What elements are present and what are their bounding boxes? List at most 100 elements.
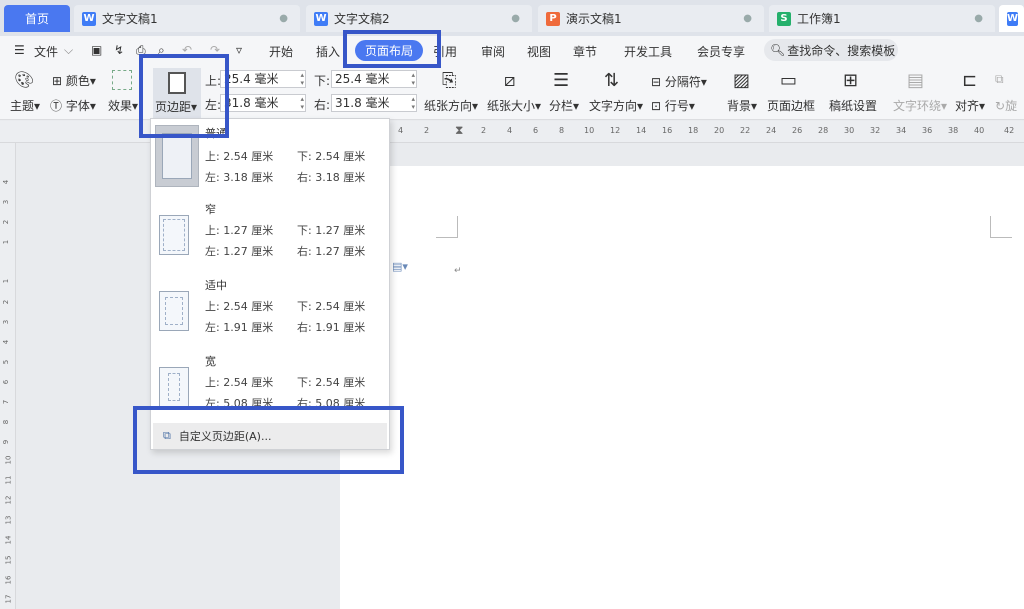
writer-icon: W [82, 11, 96, 26]
orientation-button[interactable]: 纸张方向▾ [424, 97, 478, 114]
tab-close-dot-icon[interactable]: ● [279, 13, 288, 24]
indent-marker-icon[interactable]: ⧗ [455, 123, 463, 138]
page-border-icon[interactable]: ▭ [780, 70, 797, 91]
margin-preset-bottom: 下: 2.54 厘米 [297, 300, 366, 313]
margin-preset-left: 左: 1.91 厘米 [205, 321, 274, 334]
ruler-tick: 1 [2, 278, 11, 284]
tab-close-dot-icon[interactable]: ● [511, 13, 520, 24]
tab-workbook-1[interactable]: S 工作簿1 ● [769, 5, 995, 32]
ruler-tick: 40 [974, 126, 985, 135]
vertical-ruler[interactable]: 4 3 2 1 1 2 3 4 5 6 7 8 9 10 11 12 13 14… [0, 143, 16, 609]
tab-close-dot-icon[interactable]: ● [974, 13, 983, 24]
margin-preset-top: 上: 1.27 厘米 [205, 224, 274, 237]
paper-size-button[interactable]: 纸张大小▾ [487, 97, 541, 114]
tab-document-1[interactable]: W 文字文稿1 ● [74, 5, 300, 32]
hamburger-icon[interactable]: ☰ [14, 43, 25, 57]
ruler-tick: 12 [4, 495, 13, 505]
ruler-tick: 10 [4, 455, 13, 465]
margin-preset-right: 右: 1.91 厘米 [297, 321, 366, 334]
tab-presentation-1[interactable]: P 演示文稿1 ● [538, 5, 764, 32]
menu-tab-review[interactable]: 审阅 [481, 43, 505, 60]
line-number-button[interactable]: ⊡ 行号▾ [651, 97, 695, 114]
quick-access-dropdown-icon[interactable]: ▿ [236, 43, 242, 57]
font-button[interactable]: Ⓣ 字体▾ [50, 97, 96, 114]
margin-preset-thumbnail [159, 367, 189, 407]
right-margin-input[interactable]: 31.8 毫米 ▴ ▾ [331, 94, 417, 112]
menu-tab-sections[interactable]: 章节 [573, 43, 597, 60]
background-icon[interactable]: ▨ [733, 70, 750, 91]
ruler-tick: 34 [896, 126, 907, 135]
ruler-tick: 2 [2, 219, 11, 225]
theme-palette-icon[interactable]: 🎨︎ [14, 70, 34, 89]
margin-preset-top: 上: 2.54 厘米 [205, 376, 274, 389]
paste-options-icon[interactable]: ▤▾ [392, 260, 408, 273]
margin-preset-thumbnail [159, 291, 189, 331]
background-button[interactable]: 背景▾ [727, 97, 757, 114]
output-icon[interactable]: ↯ [114, 43, 124, 57]
command-search[interactable]: 🔍︎ 查找命令、搜索模板 [764, 39, 898, 61]
crop-mark [436, 216, 458, 238]
tab-label: 演示文稿1 [566, 12, 622, 26]
page-border-button[interactable]: 页面边框 [767, 97, 815, 114]
effect-button[interactable]: 效果▾ [108, 97, 138, 114]
draft-paper-icon[interactable]: ⊞ [843, 70, 858, 91]
draft-paper-button[interactable]: 稿纸设置 [829, 97, 877, 114]
save-icon[interactable]: ▣ [91, 43, 102, 57]
ruler-tick: 26 [792, 126, 803, 135]
columns-button[interactable]: 分栏▾ [549, 97, 579, 114]
separator-button[interactable]: ⊟ 分隔符▾ [651, 73, 707, 90]
document-page[interactable]: ▤▾ ↵ [340, 166, 1024, 609]
left-margin-input[interactable]: 31.8 毫米 ▴ ▾ [220, 94, 306, 112]
crop-mark [990, 216, 1012, 238]
align-icon[interactable]: ⊏ [962, 70, 977, 91]
orientation-icon[interactable]: ⎘ [442, 70, 456, 91]
menu-tab-developer[interactable]: 开发工具 [624, 43, 672, 60]
margin-preset-moderate[interactable]: 适中 上: 2.54 厘米 下: 2.54 厘米 左: 1.91 厘米 右: 1… [151, 277, 389, 353]
menu-file[interactable]: 文件 [34, 43, 58, 60]
margin-preset-top: 上: 2.54 厘米 [205, 150, 274, 163]
menu-tab-start[interactable]: 开始 [269, 43, 293, 60]
menu-tab-insert[interactable]: 插入 [316, 43, 340, 60]
chevron-down-icon[interactable]: ⌵ [64, 43, 73, 58]
tab-label: 文字文稿2 [334, 12, 390, 26]
margin-preset-top: 上: 2.54 厘米 [205, 300, 274, 313]
right-margin-label: 右: [314, 98, 331, 112]
columns-icon[interactable]: ☰ [553, 70, 569, 91]
tab-document-2[interactable]: W 文字文稿2 ● [306, 5, 532, 32]
ruler-tick: 30 [844, 126, 855, 135]
menu-tab-member[interactable]: 会员专享 [697, 43, 745, 60]
margin-preset-bottom: 下: 2.54 厘米 [297, 150, 366, 163]
text-direction-button[interactable]: 文字方向▾ [589, 97, 643, 114]
ruler-tick: 36 [922, 126, 933, 135]
menu-tab-view[interactable]: 视图 [527, 43, 551, 60]
tab-document-current[interactable]: W [999, 5, 1024, 32]
theme-button[interactable]: 主题▾ [10, 97, 40, 114]
ruler-tick: 1 [2, 239, 11, 245]
top-margin-input[interactable]: 25.4 毫米 ▴ ▾ [220, 70, 306, 88]
paper-size-icon[interactable]: ⧄ [504, 70, 515, 91]
text-direction-icon[interactable]: ⇅ [604, 70, 619, 91]
margin-preset-narrow[interactable]: 窄 上: 1.27 厘米 下: 1.27 厘米 左: 1.27 厘米 右: 1.… [151, 201, 389, 277]
ruler-tick: 14 [4, 535, 13, 545]
ruler-tick: 8 [2, 419, 11, 425]
ruler-tick: 4 [2, 339, 11, 345]
text-wrap-icon[interactable]: ▤ [907, 70, 924, 91]
ruler-tick: 10 [584, 126, 595, 135]
ruler-tick: 11 [4, 475, 13, 485]
rotate-button[interactable]: ↻旋 [995, 97, 1017, 114]
highlight-box-margins [139, 54, 229, 138]
tab-close-dot-icon[interactable]: ● [743, 13, 752, 24]
align-button[interactable]: 对齐▾ [955, 97, 985, 114]
highlight-box-page-layout [343, 30, 441, 68]
margin-preset-right: 右: 3.18 厘米 [297, 171, 366, 184]
group-icon[interactable]: ⧉ [995, 72, 1004, 87]
effect-icon[interactable] [112, 70, 132, 90]
bottom-margin-input[interactable]: 25.4 毫米 ▴ ▾ [331, 70, 417, 88]
margins-dropdown: 普通 上: 2.54 厘米 下: 2.54 厘米 左: 3.18 厘米 右: 3… [150, 118, 390, 450]
color-button[interactable]: ⊞ 颜色▾ [52, 72, 96, 89]
ruler-tick: 16 [662, 126, 673, 135]
tab-home[interactable]: 首页 [4, 5, 70, 32]
ruler-tick: 9 [2, 439, 11, 445]
text-wrap-button[interactable]: 文字环绕▾ [893, 97, 947, 114]
ruler-tick: 42 [1004, 126, 1015, 135]
